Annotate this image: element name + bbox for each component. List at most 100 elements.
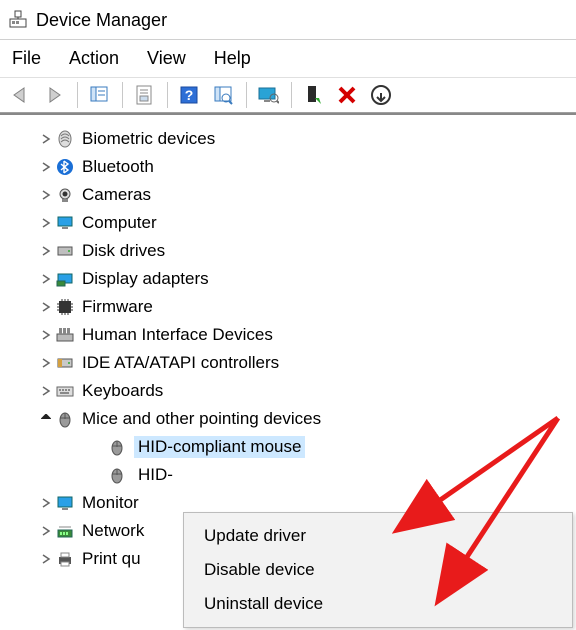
ide-icon [54, 354, 76, 372]
add-hardware-button[interactable] [297, 79, 329, 111]
chevron-right-icon[interactable] [38, 498, 54, 508]
tree-item-label: HID-compliant mouse [134, 436, 305, 458]
network-icon [54, 522, 76, 540]
keyboard-icon [54, 382, 76, 400]
properties-button[interactable] [128, 79, 160, 111]
computer-icon [54, 214, 76, 232]
window-title: Device Manager [36, 10, 167, 31]
chevron-right-icon[interactable] [38, 162, 54, 172]
context-update-driver[interactable]: Update driver [184, 519, 572, 553]
tree-item[interactable]: HID-compliant mouse [12, 433, 576, 461]
tree-item[interactable]: Mice and other pointing devices [12, 405, 576, 433]
scan-icon [212, 84, 234, 106]
tree-item-label: Human Interface Devices [82, 325, 273, 345]
toolbar-separator [167, 82, 168, 108]
scan-hardware-button[interactable] [207, 79, 239, 111]
tree-item-label: Firmware [82, 297, 153, 317]
bluetooth-icon [54, 158, 76, 176]
menu-file[interactable]: File [12, 48, 41, 69]
help-button[interactable]: ? [173, 79, 205, 111]
chevron-right-icon[interactable] [38, 386, 54, 396]
menu-view[interactable]: View [147, 48, 186, 69]
chevron-right-icon[interactable] [38, 190, 54, 200]
monitor-cat-icon [54, 494, 76, 512]
tree-item-label: IDE ATA/ATAPI controllers [82, 353, 279, 373]
menu-help[interactable]: Help [214, 48, 251, 69]
tree-item[interactable]: IDE ATA/ATAPI controllers [12, 349, 576, 377]
chevron-right-icon[interactable] [38, 554, 54, 564]
biometric-icon [54, 130, 76, 148]
chevron-right-icon[interactable] [38, 246, 54, 256]
toolbar-separator [122, 82, 123, 108]
remove-icon [336, 84, 358, 106]
toolbar-divider [0, 113, 576, 115]
show-hide-icon [88, 84, 110, 106]
tree-item-label: Monitor [82, 493, 139, 513]
device-manager-icon [8, 9, 28, 33]
context-disable-device[interactable]: Disable device [184, 553, 572, 587]
svg-text:?: ? [185, 87, 194, 103]
hid-icon [54, 326, 76, 344]
show-hide-tree-button[interactable] [83, 79, 115, 111]
tree-item-label: HID- [134, 464, 177, 486]
disk-icon [54, 242, 76, 260]
tree-item-label: Display adapters [82, 269, 209, 289]
tree-item[interactable]: Display adapters [12, 265, 576, 293]
tree-item[interactable]: HID- [12, 461, 576, 489]
chevron-right-icon[interactable] [38, 330, 54, 340]
enable-button[interactable] [252, 79, 284, 111]
camera-icon [54, 186, 76, 204]
tree-item-label: Keyboards [82, 381, 163, 401]
chevron-right-icon[interactable] [38, 526, 54, 536]
menu-bar: File Action View Help [0, 40, 576, 77]
tree-item[interactable]: Bluetooth [12, 153, 576, 181]
context-menu: Update driver Disable device Uninstall d… [183, 512, 573, 628]
tree-item-label: Disk drives [82, 241, 165, 261]
mouse-icon [106, 438, 128, 456]
chevron-right-icon[interactable] [38, 302, 54, 312]
tree-item-label: Bluetooth [82, 157, 154, 177]
tree-item[interactable]: Firmware [12, 293, 576, 321]
menu-action[interactable]: Action [69, 48, 119, 69]
tree-item-label: Mice and other pointing devices [82, 409, 321, 429]
display-icon [54, 270, 76, 288]
monitor-icon [257, 84, 279, 106]
forward-button[interactable] [38, 79, 70, 111]
printer-icon [54, 550, 76, 568]
tree-item-label: Network [82, 521, 144, 541]
chevron-right-icon[interactable] [38, 134, 54, 144]
chevron-right-icon[interactable] [38, 218, 54, 228]
help-icon: ? [178, 84, 200, 106]
add-hardware-icon [302, 84, 324, 106]
toolbar-separator [291, 82, 292, 108]
properties-icon [133, 84, 155, 106]
tree-item[interactable]: Biometric devices [12, 125, 576, 153]
forward-icon [43, 84, 65, 106]
toolbar-separator [77, 82, 78, 108]
firmware-icon [54, 298, 76, 316]
tree-item[interactable]: Human Interface Devices [12, 321, 576, 349]
tree-item[interactable]: Keyboards [12, 377, 576, 405]
toolbar: ? [0, 77, 576, 113]
context-uninstall-device[interactable]: Uninstall device [184, 587, 572, 621]
tree-item-label: Cameras [82, 185, 151, 205]
back-button[interactable] [4, 79, 36, 111]
tree-item-label: Computer [82, 213, 157, 233]
update-icon [370, 84, 392, 106]
mouse-icon [106, 466, 128, 484]
tree-item[interactable]: Cameras [12, 181, 576, 209]
update-driver-button[interactable] [365, 79, 397, 111]
tree-item-label: Biometric devices [82, 129, 215, 149]
tree-item[interactable]: Computer [12, 209, 576, 237]
chevron-right-icon[interactable] [38, 358, 54, 368]
back-icon [9, 84, 31, 106]
tree-item-label: Print qu [82, 549, 141, 569]
uninstall-button[interactable] [331, 79, 363, 111]
tree-item[interactable]: Disk drives [12, 237, 576, 265]
device-tree[interactable]: Biometric devices Bluetooth Cameras Compute… [0, 121, 576, 573]
mouse-icon [54, 410, 76, 428]
toolbar-separator [246, 82, 247, 108]
chevron-right-icon[interactable] [38, 274, 54, 284]
title-bar: Device Manager [0, 0, 576, 40]
chevron-down-icon[interactable] [38, 414, 54, 424]
